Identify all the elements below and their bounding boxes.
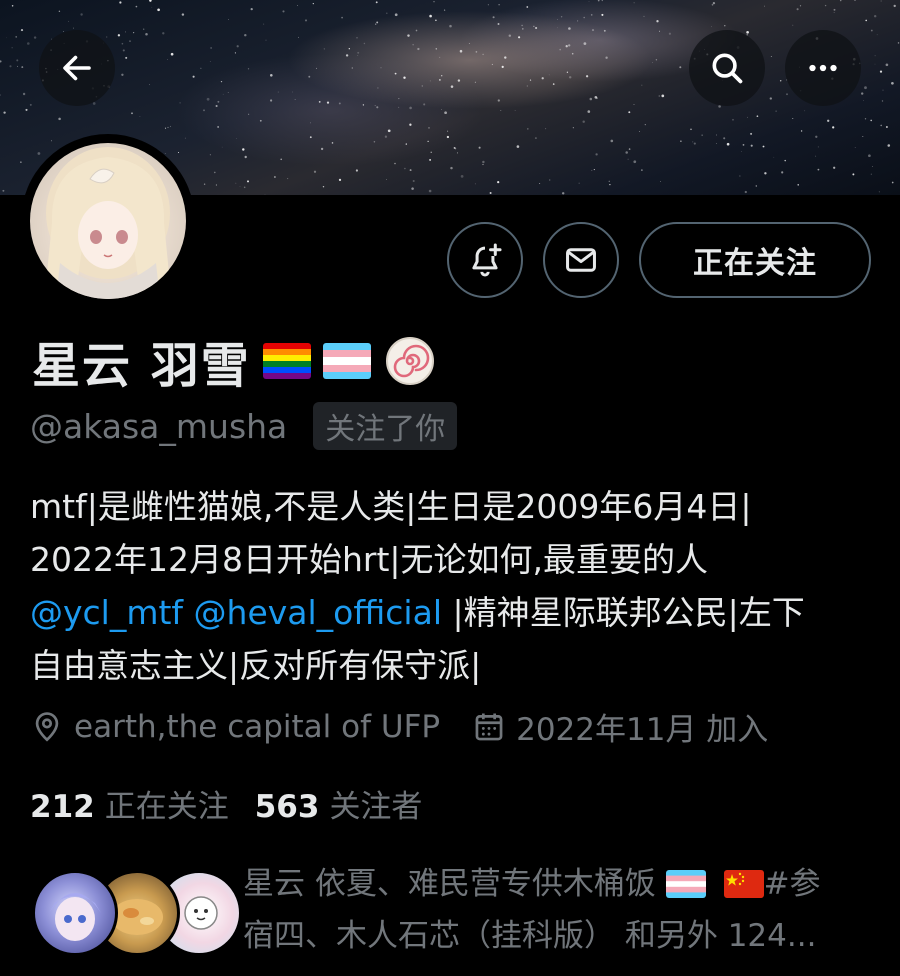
bio-line: mtf|是雌性猫娘,不是人类|生日是2009年6月4日| (30, 487, 752, 526)
search-button[interactable] (689, 30, 765, 106)
profile-bio: mtf|是雌性猫娘,不是人类|生日是2009年6月4日| 2022年12月8日开… (30, 480, 880, 692)
following-count: 212 (30, 789, 95, 825)
bio-line: 2022年12月8日开始hrt|无论如何,最重要的人 (30, 540, 708, 579)
china-flag-icon (723, 870, 764, 898)
arrow-left-icon (63, 55, 91, 81)
rainbow-flag-icon (262, 343, 311, 379)
location-text: earth,the capital of UFP (74, 708, 441, 745)
followers-count: 563 (254, 789, 320, 825)
followers-you-know-names: 宿四、木人石芯（挂科版） 和另外 124... (243, 918, 817, 954)
message-button[interactable] (543, 222, 619, 298)
avatar-illustration (46, 147, 170, 299)
following-stat[interactable]: 212 正在关注 (30, 781, 229, 826)
avatar (32, 870, 118, 956)
more-horizontal-icon (809, 64, 837, 72)
search-icon (712, 53, 743, 84)
followers-you-know-names: 星云 依夏、难民营专供木桶饭 (243, 866, 656, 902)
followers-stat[interactable]: 563 关注者 (255, 781, 423, 826)
back-button[interactable] (39, 30, 115, 106)
following-label: 正在关注 (104, 789, 229, 825)
notifications-button[interactable] (447, 222, 523, 298)
fish-cake-icon (385, 337, 434, 385)
handle-row: @akasa_musha 关注了你 (30, 402, 458, 450)
profile-meta: earth,the capital of UFP 2022年11月 加入 (30, 704, 768, 749)
follows-you-badge: 关注了你 (313, 402, 458, 450)
mention-link[interactable]: @heval_official (194, 593, 442, 632)
following-button-label: 正在关注 (693, 246, 817, 281)
display-name: 星云 羽雪 (32, 338, 251, 394)
more-button[interactable] (785, 30, 861, 106)
bio-line: 自由意志主义|反对所有保守派| (30, 646, 482, 685)
followers-you-know-names: #参 (763, 866, 821, 902)
followers-you-know-avatars[interactable] (32, 870, 242, 956)
display-name-row: 星云 羽雪 (32, 326, 435, 396)
transgender-flag-icon (322, 343, 371, 379)
envelope-icon (566, 248, 596, 272)
calendar-icon (475, 713, 503, 740)
bio-line: @ycl_mtf @heval_official |精神星际联邦公民|左下 (30, 586, 880, 639)
profile-avatar[interactable] (30, 143, 186, 299)
following-button[interactable]: 正在关注 (639, 222, 871, 298)
joined-item: 2022年11月 加入 (472, 704, 768, 749)
bell-plus-icon (472, 243, 502, 277)
follow-stats: 212 正在关注 563 关注者 (30, 781, 422, 826)
location-pin-icon (35, 711, 59, 742)
bio-text: |精神星际联邦公民|左下 (441, 593, 805, 632)
mention-link[interactable]: @ycl_mtf (30, 593, 183, 632)
followers-you-know-text[interactable]: 星云 依夏、难民营专供木桶饭 #参 宿四、木人石芯（挂科版） 和另外 124..… (243, 858, 863, 962)
user-handle: @akasa_musha (30, 406, 288, 446)
followers-label: 关注者 (329, 789, 423, 825)
joined-text: 2022年11月 加入 (516, 712, 769, 748)
location-item: earth,the capital of UFP (30, 709, 440, 745)
transgender-flag-icon (665, 870, 706, 898)
